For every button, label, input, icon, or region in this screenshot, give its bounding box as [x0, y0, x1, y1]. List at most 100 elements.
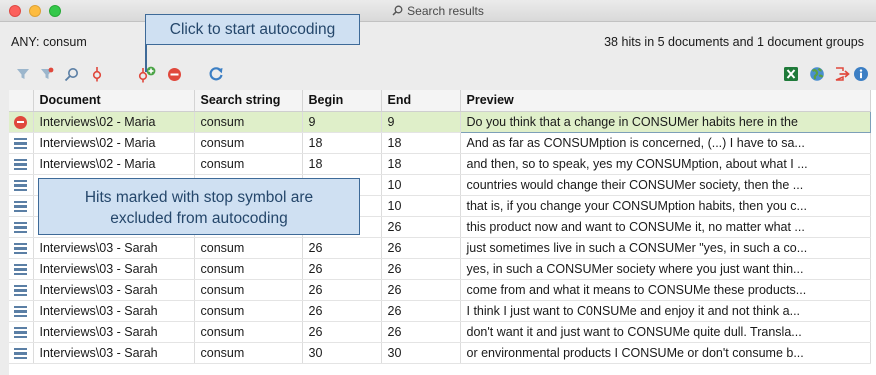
search-query: ANY: consum [11, 35, 87, 49]
cell-search-string: consum [194, 300, 303, 322]
cell-document: Interviews\03 - Sarah [33, 300, 195, 322]
stop-icon[interactable] [14, 115, 28, 129]
column-header-end[interactable]: End [381, 90, 461, 112]
include-lines-icon[interactable] [14, 284, 28, 297]
cell-preview: come from and what it means to CONSUMe t… [460, 279, 871, 301]
cell-end: 26 [381, 216, 461, 238]
table-row[interactable]: Interviews\03 - Sarah consum 30 30 or enviro… [9, 342, 871, 364]
filter-icon[interactable] [13, 64, 33, 84]
callout-connector-line [145, 45, 147, 72]
include-lines-icon[interactable] [14, 200, 28, 213]
search-icon[interactable] [61, 64, 81, 84]
export-icon[interactable] [832, 64, 852, 84]
cell-end: 18 [381, 153, 461, 175]
cell-search-string: consum [194, 153, 303, 175]
include-lines-icon[interactable] [14, 305, 28, 318]
cell-begin: 9 [302, 111, 382, 133]
include-lines-icon[interactable] [14, 242, 28, 255]
refresh-icon[interactable] [206, 64, 226, 84]
cell-preview: yes, in such a CONSUMer society where yo… [460, 258, 871, 280]
cell-document: Interviews\02 - Maria [33, 153, 195, 175]
cell-preview: or environmental products I CONSUMe or d… [460, 342, 871, 364]
cell-preview: countries would change their CONSUMer so… [460, 174, 871, 196]
toolbar [0, 58, 876, 90]
autocode-callout: Click to start autocoding [145, 14, 360, 45]
table-header-row: Document Search string Begin End Preview [9, 90, 871, 112]
include-lines-icon[interactable] [14, 179, 28, 192]
include-lines-icon[interactable] [14, 158, 28, 171]
cell-begin: 26 [302, 237, 382, 259]
row-status-cell[interactable] [9, 153, 34, 175]
cell-document: Interviews\02 - Maria [33, 111, 195, 133]
cell-end: 26 [381, 279, 461, 301]
row-status-cell[interactable] [9, 216, 34, 238]
row-status-cell[interactable] [9, 258, 34, 280]
cell-preview: Do you think that a change in CONSUMer h… [459, 110, 871, 133]
cell-preview: And as far as CONSUMption is concerned, … [460, 132, 871, 154]
stop-callout-line-2: excluded from autocoding [110, 210, 288, 227]
row-status-cell[interactable] [9, 195, 34, 217]
table-row[interactable]: Interviews\03 - Sarah consum 26 26 come from… [9, 279, 871, 301]
include-lines-icon[interactable] [14, 137, 28, 150]
cell-end: 10 [381, 174, 461, 196]
cell-begin: 18 [302, 132, 382, 154]
column-header-status[interactable] [9, 90, 34, 112]
include-lines-icon[interactable] [14, 263, 28, 276]
cell-begin: 30 [302, 342, 382, 364]
window-title: Search results [0, 4, 876, 19]
row-status-cell[interactable] [9, 111, 34, 133]
column-header-search-string[interactable]: Search string [194, 90, 303, 112]
hit-statistics: 38 hits in 5 documents and 1 document gr… [604, 35, 864, 49]
row-status-cell[interactable] [9, 279, 34, 301]
row-status-cell[interactable] [9, 237, 34, 259]
cell-search-string: consum [194, 342, 303, 364]
column-header-document[interactable]: Document [33, 90, 195, 112]
cell-begin: 26 [302, 258, 382, 280]
table-row[interactable]: Interviews\03 - Sarah consum 26 26 I think I… [9, 300, 871, 322]
stop-callout-line-1: Hits marked with stop symbol are [84, 189, 314, 206]
search-results-window: Search results ANY: consum 38 hits in 5 … [0, 0, 876, 375]
column-header-begin[interactable]: Begin [302, 90, 382, 112]
cell-search-string: consum [194, 111, 303, 133]
table-row[interactable]: Interviews\02 - Maria consum 9 9 Do you thin… [9, 110, 871, 133]
info-icon[interactable] [851, 64, 871, 84]
cell-begin: 26 [302, 279, 382, 301]
row-status-cell[interactable] [9, 342, 34, 364]
table-row[interactable]: Interviews\02 - Maria consum 18 18 and then,… [9, 153, 871, 175]
include-lines-icon[interactable] [14, 347, 28, 360]
cell-search-string: consum [194, 279, 303, 301]
filter-reset-icon[interactable] [37, 64, 57, 84]
include-lines-icon[interactable] [14, 326, 28, 339]
table-row[interactable]: Interviews\03 - Sarah consum 26 26 yes, in s… [9, 258, 871, 280]
title-bar: Search results [0, 0, 876, 22]
cell-document: Interviews\02 - Maria [33, 132, 195, 154]
cell-preview: just sometimes live in such a CONSUMer "… [460, 237, 871, 259]
column-header-preview[interactable]: Preview [460, 90, 871, 112]
cell-preview: don't want it and just want to CONSUMe q… [460, 321, 871, 343]
cell-end: 26 [381, 258, 461, 280]
cell-document: Interviews\03 - Sarah [33, 321, 195, 343]
row-status-cell[interactable] [9, 300, 34, 322]
cell-end: 26 [381, 237, 461, 259]
cell-search-string: consum [194, 132, 303, 154]
cell-search-string: consum [194, 321, 303, 343]
code-icon[interactable] [87, 64, 107, 84]
cell-begin: 18 [302, 153, 382, 175]
cell-end: 10 [381, 195, 461, 217]
excel-export-icon[interactable] [781, 64, 801, 84]
include-lines-icon[interactable] [14, 221, 28, 234]
row-status-cell[interactable] [9, 321, 34, 343]
row-status-cell[interactable] [9, 174, 34, 196]
window-title-text: Search results [407, 4, 484, 18]
table-row[interactable]: Interviews\02 - Maria consum 18 18 And as fa… [9, 132, 871, 154]
cell-end: 26 [381, 300, 461, 322]
table-row[interactable]: Interviews\03 - Sarah consum 26 26 just some… [9, 237, 871, 259]
cell-search-string: consum [194, 258, 303, 280]
row-status-cell[interactable] [9, 132, 34, 154]
cell-end: 26 [381, 321, 461, 343]
cell-document: Interviews\03 - Sarah [33, 237, 195, 259]
table-row[interactable]: Interviews\03 - Sarah consum 26 26 don't wan… [9, 321, 871, 343]
autocode-icon[interactable] [137, 64, 157, 84]
web-export-icon[interactable] [807, 64, 827, 84]
stop-icon[interactable] [164, 64, 184, 84]
